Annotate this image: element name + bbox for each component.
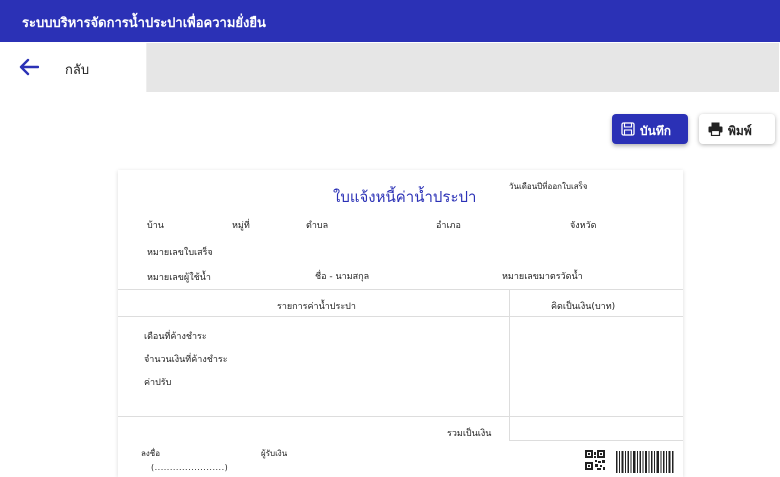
back-label: กลับ [65,63,90,78]
table-row-penalty: ค่าปรับ [144,378,172,388]
barcode-icon [616,451,674,473]
tambon-label: ตำบล [306,221,329,231]
arrow-left-icon [19,58,39,76]
save-label: บันทึก [640,124,671,138]
nav-bar: กลับ [9,43,779,92]
total-bottom-border [509,440,683,441]
house-label: บ้าน [147,221,164,231]
save-button[interactable]: บันทึก [612,114,688,144]
meter-no-label: หมายเลขมาตรวัดน้ำ [502,272,583,282]
receiver-label: ผู้รับเงิน [261,449,288,458]
table-header-border [118,316,683,317]
print-button[interactable]: พิมพ์ [699,114,775,144]
app-title: ระบบบริหารจัดการน้ำประปาเพื่อความยั่งยืน [22,16,266,31]
app-header: ระบบบริหารจัดการน้ำประปาเพื่อความยั่งยืน [0,0,780,42]
back-button[interactable]: กลับ [9,43,147,92]
column-header-amount: คิดเป็นเงิน(บาท) [551,302,616,312]
total-label: รวมเป็นเงิน [447,429,492,439]
qr-code-icon [585,450,605,470]
table-column-divider [509,289,510,441]
column-header-items: รายการค่าน้ำประปา [277,302,356,312]
printer-icon [708,122,723,136]
issue-date-label: วันเดือนปีที่ออกใบเสร็จ [509,182,588,191]
amphoe-label: อำเภอ [436,221,461,231]
province-label: จังหวัด [570,221,597,231]
invoice-title: ใบแจ้งหนี้ค่าน้ำประปา [333,188,477,206]
sign-label: ลงชื่อ [141,449,161,458]
signature-dots: (.......................) [151,463,229,472]
table-top-border [118,289,683,290]
table-total-border [118,416,683,417]
moo-label: หมู่ที่ [232,221,250,231]
name-label: ชื่อ - นามสกุล [315,272,370,282]
save-icon [621,122,635,136]
receipt-no-label: หมายเลขใบเสร็จ [147,248,213,258]
table-row-overdue-month: เดือนที่ค้างชำระ [144,332,207,342]
print-label: พิมพ์ [728,124,752,138]
user-no-label: หมายเลขผู้ใช้น้ำ [147,273,211,283]
invoice-document: วันเดือนปีที่ออกใบเสร็จ ใบแจ้งหนี้ค่าน้ำ… [118,170,683,477]
table-row-overdue-amount: จำนวนเงินที่ค้างชำระ [144,355,228,365]
